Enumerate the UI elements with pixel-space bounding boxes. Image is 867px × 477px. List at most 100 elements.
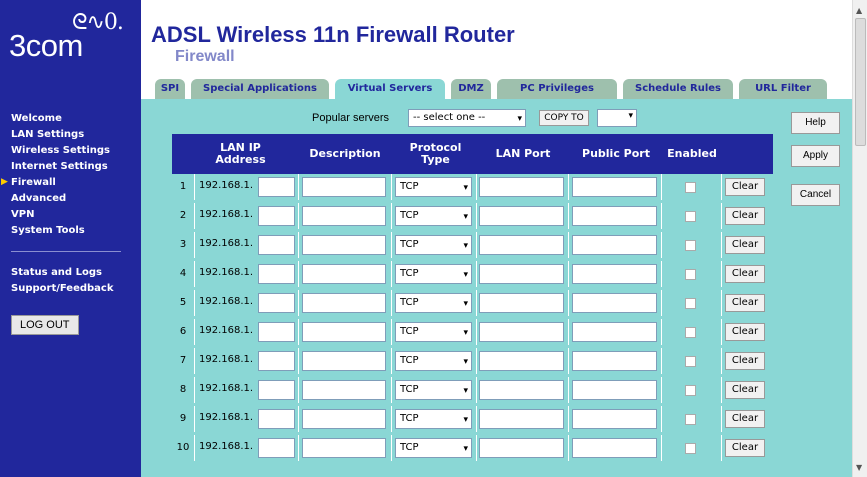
protocol-select[interactable]: TCP ▾ <box>395 380 472 400</box>
enabled-checkbox[interactable] <box>685 385 696 396</box>
nav-item-vpn[interactable]: VPN <box>11 208 141 221</box>
protocol-select[interactable]: TCP ▾ <box>395 264 472 284</box>
public-port-input[interactable] <box>572 235 657 255</box>
public-port-input[interactable] <box>572 322 657 342</box>
ip-last-octet-input[interactable] <box>258 322 295 342</box>
lan-port-input[interactable] <box>479 322 564 342</box>
public-port-input[interactable] <box>572 409 657 429</box>
clear-button[interactable]: Clear <box>725 178 765 196</box>
ip-last-octet-input[interactable] <box>258 438 295 458</box>
ip-last-octet-input[interactable] <box>258 380 295 400</box>
clear-button[interactable]: Clear <box>725 207 765 225</box>
protocol-select[interactable]: TCP ▾ <box>395 322 472 342</box>
logout-button[interactable]: LOG OUT <box>11 315 79 335</box>
description-input[interactable] <box>302 264 386 284</box>
scroll-up-icon[interactable]: ▲ <box>856 6 862 15</box>
ip-last-octet-input[interactable] <box>258 293 295 313</box>
lan-port-input[interactable] <box>479 206 564 226</box>
public-port-input[interactable] <box>572 264 657 284</box>
public-port-input[interactable] <box>572 293 657 313</box>
protocol-select[interactable]: TCP ▾ <box>395 177 472 197</box>
public-port-input[interactable] <box>572 438 657 458</box>
clear-button[interactable]: Clear <box>725 265 765 283</box>
protocol-select[interactable]: TCP ▾ <box>395 351 472 371</box>
nav-item-status-and-logs[interactable]: Status and Logs <box>11 266 141 279</box>
popular-servers-select[interactable]: -- select one -- ▾ <box>408 109 526 127</box>
protocol-select[interactable]: TCP ▾ <box>395 293 472 313</box>
cancel-button[interactable]: Cancel <box>791 184 840 206</box>
protocol-select[interactable]: TCP ▾ <box>395 409 472 429</box>
clear-button[interactable]: Clear <box>725 236 765 254</box>
enabled-checkbox[interactable] <box>685 211 696 222</box>
description-input[interactable] <box>302 351 386 371</box>
description-input[interactable] <box>302 206 386 226</box>
nav-item-wireless-settings[interactable]: Wireless Settings <box>11 144 141 157</box>
ip-last-octet-input[interactable] <box>258 264 295 284</box>
protocol-select[interactable]: TCP ▾ <box>395 206 472 226</box>
copy-to-button[interactable]: COPY TO <box>539 110 589 126</box>
nav-item-system-tools[interactable]: System Tools <box>11 224 141 237</box>
tab-schedule-rules[interactable]: Schedule Rules <box>623 79 733 99</box>
enabled-checkbox[interactable] <box>685 443 696 454</box>
nav-item-welcome[interactable]: Welcome <box>11 112 141 125</box>
description-input[interactable] <box>302 438 386 458</box>
lan-port-input[interactable] <box>479 380 564 400</box>
column-divider <box>298 290 299 316</box>
apply-button[interactable]: Apply <box>791 145 840 167</box>
tab-url-filter[interactable]: URL Filter <box>739 79 827 99</box>
protocol-select[interactable]: TCP ▾ <box>395 235 472 255</box>
enabled-checkbox[interactable] <box>685 356 696 367</box>
description-input[interactable] <box>302 409 386 429</box>
nav-item-lan-settings[interactable]: LAN Settings <box>11 128 141 141</box>
tab-pc-privileges[interactable]: PC Privileges <box>497 79 617 99</box>
scroll-down-icon[interactable]: ▼ <box>856 463 862 472</box>
clear-button[interactable]: Clear <box>725 294 765 312</box>
enabled-checkbox[interactable] <box>685 327 696 338</box>
help-button[interactable]: Help <box>791 112 840 134</box>
ip-last-octet-input[interactable] <box>258 235 295 255</box>
tab-virtual-servers[interactable]: Virtual Servers <box>335 79 445 99</box>
section-subtitle: Firewall <box>175 48 235 65</box>
public-port-input[interactable] <box>572 380 657 400</box>
nav-item-support-feedback[interactable]: Support/Feedback <box>11 282 141 295</box>
tab-dmz[interactable]: DMZ <box>451 79 491 99</box>
description-input[interactable] <box>302 322 386 342</box>
lan-port-input[interactable] <box>479 177 564 197</box>
lan-port-input[interactable] <box>479 351 564 371</box>
nav-item-advanced[interactable]: Advanced <box>11 192 141 205</box>
lan-port-input[interactable] <box>479 409 564 429</box>
description-input[interactable] <box>302 235 386 255</box>
clear-button[interactable]: Clear <box>725 410 765 428</box>
enabled-checkbox[interactable] <box>685 240 696 251</box>
copy-to-select[interactable]: ▾ <box>597 109 637 127</box>
nav-item-firewall[interactable]: ▶ Firewall <box>1 176 141 189</box>
lan-port-input[interactable] <box>479 235 564 255</box>
description-input[interactable] <box>302 293 386 313</box>
description-input[interactable] <box>302 380 386 400</box>
ip-last-octet-input[interactable] <box>258 409 295 429</box>
enabled-checkbox[interactable] <box>685 414 696 425</box>
enabled-checkbox[interactable] <box>685 269 696 280</box>
vertical-scrollbar[interactable]: ▲ ▼ <box>852 0 867 477</box>
public-port-input[interactable] <box>572 351 657 371</box>
lan-port-input[interactable] <box>479 293 564 313</box>
public-port-input[interactable] <box>572 206 657 226</box>
ip-last-octet-input[interactable] <box>258 206 295 226</box>
tab-special-applications[interactable]: Special Applications <box>191 79 329 99</box>
description-input[interactable] <box>302 177 386 197</box>
scroll-thumb[interactable] <box>855 18 866 146</box>
protocol-select[interactable]: TCP ▾ <box>395 438 472 458</box>
public-port-input[interactable] <box>572 177 657 197</box>
enabled-checkbox[interactable] <box>685 182 696 193</box>
nav-item-internet-settings[interactable]: Internet Settings <box>11 160 141 173</box>
ip-last-octet-input[interactable] <box>258 351 295 371</box>
clear-button[interactable]: Clear <box>725 439 765 457</box>
clear-button[interactable]: Clear <box>725 381 765 399</box>
tab-spi[interactable]: SPI <box>155 79 185 99</box>
lan-port-input[interactable] <box>479 264 564 284</box>
enabled-checkbox[interactable] <box>685 298 696 309</box>
ip-last-octet-input[interactable] <box>258 177 295 197</box>
lan-port-input[interactable] <box>479 438 564 458</box>
clear-button[interactable]: Clear <box>725 352 765 370</box>
clear-button[interactable]: Clear <box>725 323 765 341</box>
